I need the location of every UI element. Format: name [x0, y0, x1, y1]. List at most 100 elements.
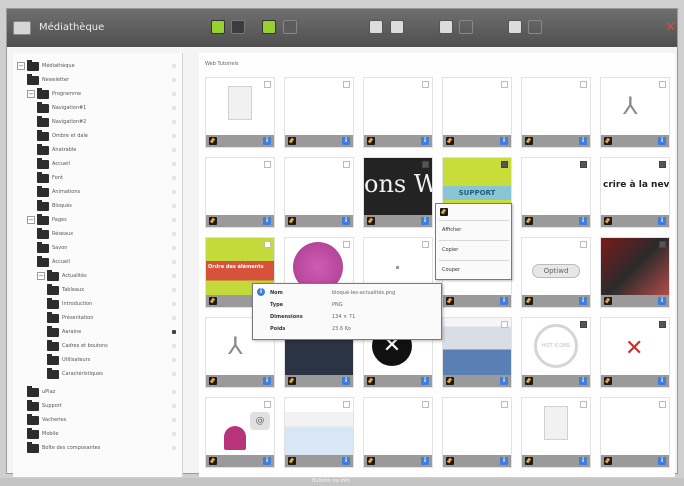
- tree-item[interactable]: Présentation: [47, 311, 93, 325]
- edit-icon[interactable]: [446, 297, 454, 305]
- media-tile[interactable]: i: [521, 77, 591, 148]
- select-checkbox[interactable]: [580, 161, 587, 168]
- info-icon[interactable]: i: [500, 137, 508, 145]
- tree-item[interactable]: Font: [37, 171, 63, 185]
- copy-disabled-icon[interactable]: [528, 20, 542, 34]
- edit-icon[interactable]: [367, 217, 375, 225]
- media-tile[interactable]: ons Wy i: [363, 157, 433, 228]
- tree-item[interactable]: Ombre et dale: [37, 129, 88, 143]
- tree-item-checkbox[interactable]: [172, 176, 176, 180]
- info-icon[interactable]: i: [263, 217, 271, 225]
- tree-item-checkbox[interactable]: [172, 372, 176, 376]
- tree-item[interactable]: Aaraine: [47, 325, 81, 339]
- edit-icon[interactable]: [604, 457, 612, 465]
- media-tile[interactable]: @ i: [205, 397, 275, 468]
- tree-item-checkbox[interactable]: [172, 418, 176, 422]
- info-icon[interactable]: i: [421, 377, 429, 385]
- upload-icon[interactable]: [262, 20, 276, 34]
- select-checkbox[interactable]: [580, 241, 587, 248]
- tree-item-checkbox[interactable]: [172, 64, 176, 68]
- tree-item[interactable]: Vacheries: [27, 413, 66, 427]
- tree-item[interactable]: Utilisateurs: [47, 353, 90, 367]
- media-tile[interactable]: i: [442, 397, 512, 468]
- info-icon[interactable]: i: [342, 457, 350, 465]
- tree-item[interactable]: Navigation#2: [37, 115, 86, 129]
- tree-item[interactable]: Animations: [37, 185, 80, 199]
- media-tile[interactable]: i: [284, 397, 354, 468]
- info-icon[interactable]: i: [579, 297, 587, 305]
- edit-icon[interactable]: [525, 137, 533, 145]
- media-tile[interactable]: HOT ICONS i: [521, 317, 591, 388]
- tree-item-checkbox[interactable]: [172, 204, 176, 208]
- edit-icon[interactable]: [209, 297, 217, 305]
- info-icon[interactable]: i: [658, 217, 666, 225]
- tree-item-checkbox[interactable]: [172, 120, 176, 124]
- settings-icon[interactable]: [369, 20, 383, 34]
- edit-icon[interactable]: [446, 137, 454, 145]
- edit-icon[interactable]: [604, 377, 612, 385]
- select-checkbox[interactable]: [580, 321, 587, 328]
- media-tile[interactable]: i: [284, 157, 354, 228]
- tree-item[interactable]: Newsletter: [27, 73, 69, 87]
- tree-item-checkbox[interactable]: [172, 106, 176, 110]
- info-icon[interactable]: i: [500, 297, 508, 305]
- tree-item[interactable]: Caractéristiques: [47, 367, 103, 381]
- edit-icon[interactable]: [209, 457, 217, 465]
- tree-item-checkbox[interactable]: [172, 330, 176, 334]
- tree-item-checkbox[interactable]: [172, 390, 176, 394]
- info-icon[interactable]: i: [579, 457, 587, 465]
- media-tile[interactable]: i: [284, 77, 354, 148]
- info-icon[interactable]: i: [342, 377, 350, 385]
- edit-icon[interactable]: [604, 217, 612, 225]
- edit-icon[interactable]: [446, 457, 454, 465]
- info-icon[interactable]: i: [421, 457, 429, 465]
- tree-item[interactable]: Boîte des composantes: [27, 441, 100, 455]
- select-checkbox[interactable]: [580, 81, 587, 88]
- tree-item-checkbox[interactable]: [172, 92, 176, 96]
- tree-item[interactable]: uPlaz: [27, 385, 55, 399]
- media-tile[interactable]: i: [363, 77, 433, 148]
- tree-item-checkbox[interactable]: [172, 446, 176, 450]
- tree-item[interactable]: − Médiathèque: [17, 59, 75, 73]
- select-checkbox[interactable]: [501, 321, 508, 328]
- copy-icon[interactable]: [508, 20, 522, 34]
- media-tile[interactable]: i: [442, 77, 512, 148]
- collapse-toggle-icon[interactable]: −: [27, 216, 35, 224]
- info-icon[interactable]: i: [342, 217, 350, 225]
- media-tile[interactable]: ✕ i: [600, 317, 670, 388]
- tree-item[interactable]: Navigation#1: [37, 101, 86, 115]
- tree-item[interactable]: Bloqués: [37, 199, 72, 213]
- edit-icon[interactable]: [209, 137, 217, 145]
- edit-icon[interactable]: [288, 217, 296, 225]
- edit-icon[interactable]: [604, 297, 612, 305]
- select-checkbox[interactable]: [264, 401, 271, 408]
- info-icon[interactable]: i: [421, 217, 429, 225]
- tree-item-checkbox[interactable]: [172, 190, 176, 194]
- edit-icon[interactable]: [209, 217, 217, 225]
- tree-item[interactable]: Cadres et boutons: [47, 339, 108, 353]
- select-checkbox[interactable]: [422, 81, 429, 88]
- tree-item-checkbox[interactable]: [172, 288, 176, 292]
- edit-icon[interactable]: [440, 208, 448, 216]
- edit-icon[interactable]: [525, 217, 533, 225]
- select-checkbox[interactable]: [659, 321, 666, 328]
- move-disabled-icon[interactable]: [459, 20, 473, 34]
- select-checkbox[interactable]: [501, 401, 508, 408]
- select-checkbox[interactable]: [659, 241, 666, 248]
- tree-item[interactable]: Anatrable: [37, 143, 76, 157]
- media-tile[interactable]: i: [521, 157, 591, 228]
- tree-item[interactable]: Mobile: [27, 427, 58, 441]
- tree-item-checkbox[interactable]: [172, 432, 176, 436]
- info-icon[interactable]: i: [500, 377, 508, 385]
- edit-icon[interactable]: [367, 457, 375, 465]
- info-icon[interactable]: i: [263, 137, 271, 145]
- edit-icon[interactable]: [525, 377, 533, 385]
- edit-icon[interactable]: [446, 377, 454, 385]
- select-checkbox[interactable]: [659, 81, 666, 88]
- tree-item-checkbox[interactable]: [172, 344, 176, 348]
- tree-item[interactable]: Accueil: [37, 255, 70, 269]
- select-checkbox[interactable]: [501, 161, 508, 168]
- select-checkbox[interactable]: [501, 81, 508, 88]
- info-icon[interactable]: i: [579, 217, 587, 225]
- menu-item-afficher[interactable]: Afficher: [442, 227, 461, 233]
